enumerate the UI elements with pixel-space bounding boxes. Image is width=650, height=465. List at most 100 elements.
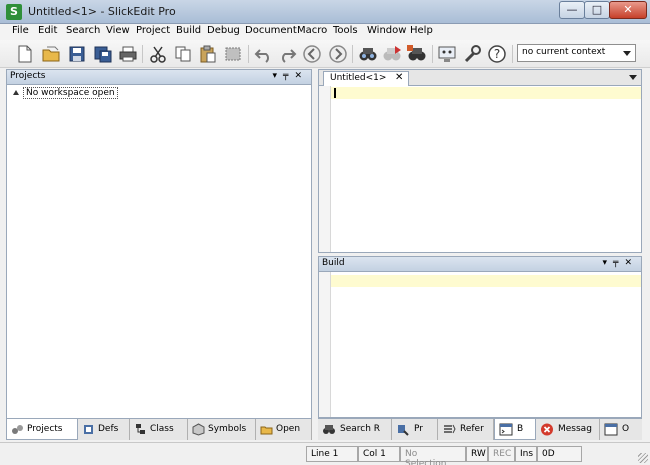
line-gutter: [319, 86, 331, 252]
tab-output[interactable]: O: [600, 419, 642, 440]
menu-view[interactable]: View: [106, 25, 130, 36]
tab-open[interactable]: Open: [256, 419, 312, 440]
projects-panel-title: Projects: [10, 71, 46, 81]
help-question-icon[interactable]: ?: [486, 44, 508, 64]
tab-symbols[interactable]: Symbols: [188, 419, 256, 440]
menu-build[interactable]: Build: [176, 25, 201, 36]
status-column[interactable]: Col 1: [358, 446, 400, 462]
menu-edit[interactable]: Edit: [38, 25, 57, 36]
redo-icon[interactable]: [276, 44, 298, 64]
menu-help[interactable]: Help: [410, 25, 433, 36]
pin-icon[interactable]: ╤: [613, 258, 624, 268]
panel-close-icon[interactable]: ✕: [294, 71, 308, 81]
close-icon[interactable]: ✕: [395, 72, 403, 83]
tree-expand-icon[interactable]: [13, 90, 19, 95]
editor-pane[interactable]: Untitled<1> ✕: [318, 69, 642, 253]
menu-tools[interactable]: Tools: [333, 25, 358, 36]
menu-project[interactable]: Project: [136, 25, 170, 36]
slickedit-app-icon: S: [6, 4, 22, 20]
paste-icon[interactable]: [197, 44, 219, 64]
status-read-write[interactable]: RW: [466, 446, 488, 462]
minimize-button[interactable]: —: [559, 1, 585, 19]
left-panel-tabs: Projects Defs Class Symbols Open: [6, 418, 312, 440]
toolbar-separator: [248, 45, 249, 63]
tab-class[interactable]: Class: [130, 419, 188, 440]
menu-window[interactable]: Window: [367, 25, 406, 36]
output-icon: [604, 423, 618, 436]
toolbar-separator: [512, 45, 513, 63]
projects-icon: [12, 425, 23, 434]
save-all-icon[interactable]: [92, 44, 114, 64]
tab-build[interactable]: B: [494, 419, 536, 440]
resize-grip-icon[interactable]: [638, 453, 648, 463]
tab-list-chevron-icon[interactable]: [629, 75, 637, 80]
find-binoculars-icon[interactable]: [357, 44, 379, 64]
tab-label: Class: [150, 424, 174, 434]
close-button[interactable]: ✕: [609, 1, 647, 19]
tab-untitled-1[interactable]: Untitled<1> ✕: [323, 71, 410, 86]
open-folder-icon[interactable]: [40, 44, 62, 64]
cut-icon[interactable]: [147, 44, 169, 64]
current-context-dropdown[interactable]: no current context: [517, 44, 636, 62]
menu-search[interactable]: Search: [66, 25, 100, 36]
maximize-button[interactable]: □: [584, 1, 610, 19]
build-panel-title: Build: [322, 258, 345, 268]
current-line-highlight: [331, 275, 641, 287]
tab-projects[interactable]: Projects: [6, 419, 78, 440]
references-icon: [444, 424, 456, 434]
open-folder-icon: [260, 426, 273, 435]
debug-screen-icon[interactable]: [436, 44, 458, 64]
panel-menu-icon[interactable]: ▾: [273, 71, 284, 81]
tab-preview[interactable]: Pr: [392, 419, 438, 440]
forward-icon[interactable]: [327, 44, 349, 64]
status-record-macro[interactable]: REC: [488, 446, 515, 462]
binoculars-icon: [323, 425, 335, 434]
current-line-highlight: [331, 87, 641, 99]
projects-panel: Projects ▾╤✕ No workspace open: [6, 69, 312, 439]
wrench-icon[interactable]: [461, 44, 483, 64]
text-cursor: [334, 88, 336, 98]
print-icon[interactable]: [117, 44, 139, 64]
panel-close-icon[interactable]: ✕: [624, 258, 638, 268]
select-all-icon[interactable]: [222, 44, 244, 64]
tab-label: Open: [276, 424, 301, 434]
menu-file[interactable]: File: [12, 25, 29, 36]
tab-messages[interactable]: Messag: [536, 419, 600, 440]
back-icon[interactable]: [301, 44, 323, 64]
panel-menu-icon[interactable]: ▾: [603, 258, 614, 268]
current-context-value: no current context: [522, 47, 606, 57]
tree-item[interactable]: No workspace open: [13, 87, 118, 99]
status-insert-mode[interactable]: Ins: [515, 446, 537, 462]
line-gutter: [319, 272, 331, 417]
build-panel[interactable]: Build ▾╤✕: [318, 256, 642, 418]
window-title: Untitled<1> - SlickEdit Pro: [28, 5, 176, 18]
undo-icon[interactable]: [253, 44, 275, 64]
error-icon: [541, 423, 553, 436]
tab-label: Refer: [460, 424, 484, 434]
title-bar: S Untitled<1> - SlickEdit Pro — □ ✕: [0, 0, 650, 24]
menu-debug[interactable]: Debug: [207, 25, 240, 36]
copy-icon[interactable]: [172, 44, 194, 64]
tab-label: Search R: [340, 424, 381, 434]
status-line[interactable]: Line 1: [306, 446, 358, 462]
status-char-code: 0D: [537, 446, 582, 462]
tab-references[interactable]: Refer: [438, 419, 494, 440]
tab-label: Defs: [98, 424, 119, 434]
save-icon[interactable]: [66, 44, 88, 64]
panel-controls: ▾╤✕: [603, 258, 639, 268]
find-in-files-icon[interactable]: [406, 44, 428, 64]
new-file-icon[interactable]: [14, 44, 36, 64]
tab-search-results[interactable]: Search R: [318, 419, 392, 440]
panel-controls: ▾╤✕: [273, 71, 309, 81]
toolbar-separator: [142, 45, 143, 63]
tab-defs[interactable]: Defs: [78, 419, 130, 440]
find-next-icon[interactable]: [381, 44, 403, 64]
menu-document[interactable]: Document: [245, 25, 297, 36]
tab-label: Projects: [27, 424, 63, 434]
chevron-down-icon: [623, 51, 631, 56]
build-panel-header: Build ▾╤✕: [319, 257, 641, 272]
pin-icon[interactable]: ╤: [283, 71, 294, 81]
menu-macro[interactable]: Macro: [297, 25, 327, 36]
tab-label: Pr: [414, 424, 423, 434]
status-selection[interactable]: No Selection: [400, 446, 466, 465]
